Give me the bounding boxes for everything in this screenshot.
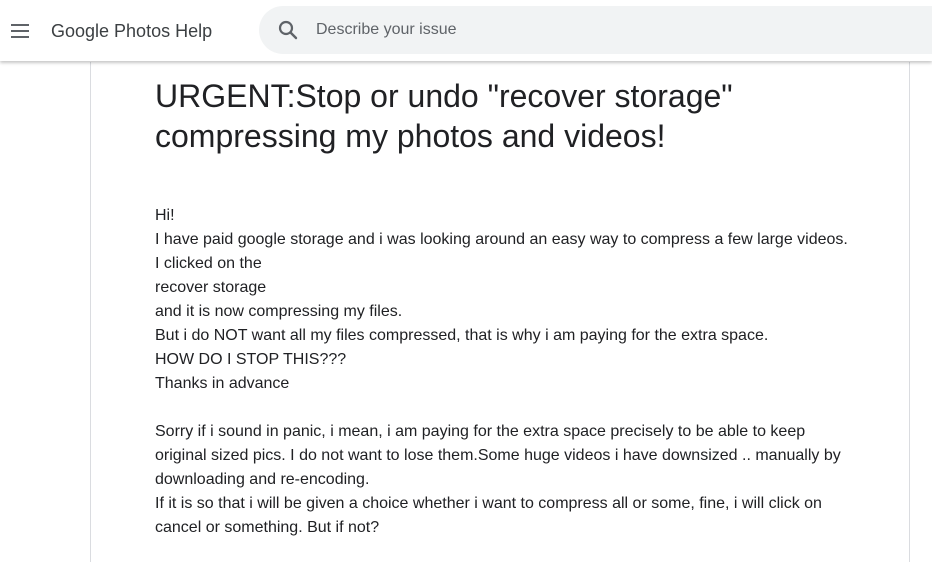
- menu-icon-bar: [11, 30, 29, 32]
- post-line: But i do NOT want all my files compresse…: [155, 327, 769, 344]
- post-line: Sorry if i sound in panic, i mean, i am …: [155, 423, 841, 488]
- post-line: HOW DO I STOP THIS???: [155, 351, 347, 368]
- post-line: I have paid google storage and i was loo…: [155, 231, 848, 272]
- post-line: Thanks in advance: [155, 375, 290, 392]
- menu-icon-bar: [11, 36, 29, 38]
- post-title: URGENT:Stop or undo "recover storage" co…: [155, 78, 733, 154]
- post-line: and it is now compressing my files.: [155, 303, 403, 320]
- post-body: Hi! I have paid google storage and i was…: [155, 204, 855, 540]
- post-line: If it is so that i will be given a choic…: [155, 495, 822, 536]
- thread-content-card: URGENT:Stop or undo "recover storage" co…: [90, 62, 910, 562]
- menu-icon-bar: [11, 24, 29, 26]
- top-app-bar: Google Photos Help: [0, 0, 932, 61]
- post-line: Hi!: [155, 207, 175, 224]
- app-title[interactable]: Google Photos Help: [51, 19, 212, 43]
- search-bar[interactable]: [259, 6, 932, 54]
- search-input[interactable]: [316, 18, 816, 42]
- main-menu-button[interactable]: [8, 19, 32, 43]
- post-line: recover storage: [155, 279, 267, 296]
- search-icon[interactable]: [276, 18, 300, 42]
